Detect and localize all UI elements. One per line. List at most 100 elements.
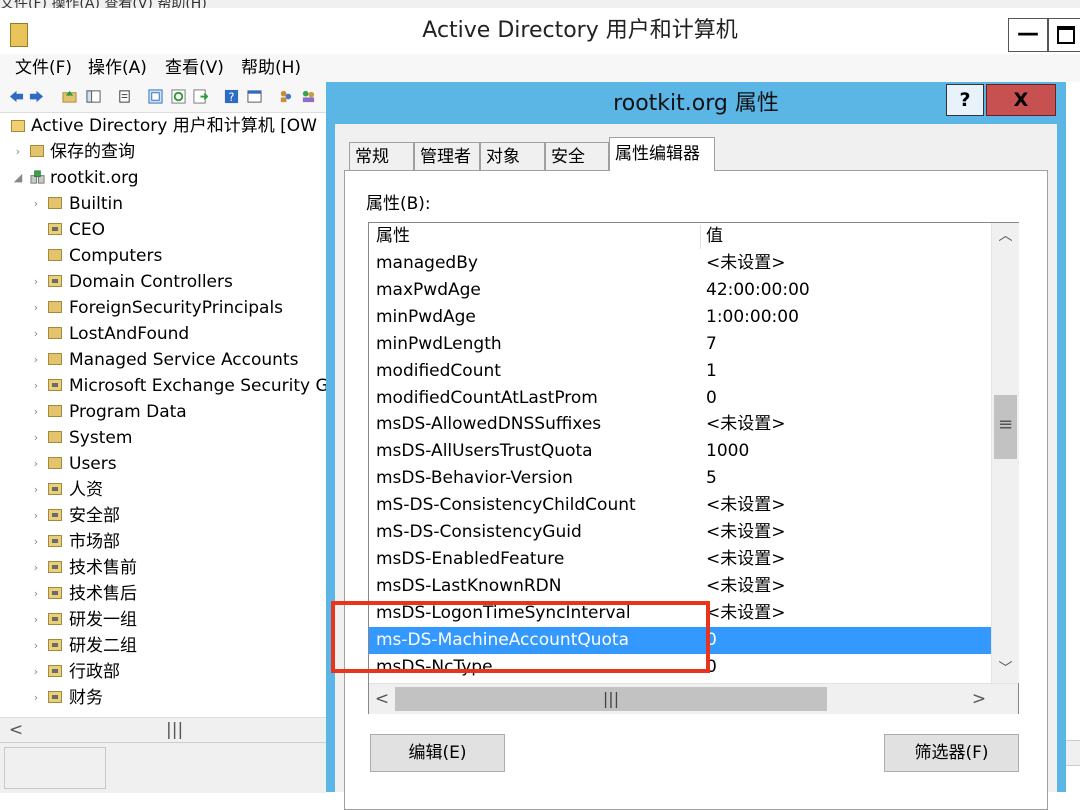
list-horizontal-scrollbar[interactable]: < ||| >: [369, 683, 1018, 714]
scroll-grip-icon: |||: [166, 720, 184, 740]
scroll-right-icon[interactable]: >: [966, 684, 992, 714]
organizational-unit-icon: [48, 561, 62, 573]
attribute-row[interactable]: modifiedCount 1: [369, 358, 991, 385]
attribute-value: 7: [706, 333, 717, 354]
attribute-name: msDS-AllUsersTrustQuota: [376, 441, 593, 462]
attribute-row[interactable]: minPwdLength 7: [369, 331, 991, 358]
attribute-row[interactable]: msDS-AllUsersTrustQuota 1000: [369, 438, 991, 465]
tab-security[interactable]: 安全: [545, 142, 609, 170]
expand-arrow-icon[interactable]: ›: [31, 425, 41, 451]
attribute-row[interactable]: msDS-AllowedDNSSuffixes <未设置>: [369, 411, 991, 438]
attribute-value: 0: [706, 629, 717, 650]
domain-icon: [30, 170, 45, 184]
attribute-name: msDS-Behavior-Version: [376, 468, 573, 489]
attribute-row[interactable]: minPwdAge 1:00:00:00: [369, 304, 991, 331]
back-icon[interactable]: [9, 89, 24, 104]
dialog-close-button[interactable]: X: [986, 84, 1056, 116]
scroll-down-icon[interactable]: ﹀: [992, 656, 1019, 683]
column-divider[interactable]: [700, 225, 701, 249]
tree-horizontal-scrollbar[interactable]: < |||: [0, 717, 326, 742]
expand-arrow-icon[interactable]: ›: [31, 633, 41, 659]
group-icon[interactable]: [301, 89, 316, 104]
filter-button[interactable]: 筛选器(F): [884, 734, 1019, 772]
expand-arrow-icon[interactable]: ›: [31, 399, 41, 425]
properties-icon[interactable]: [117, 89, 132, 104]
attribute-row[interactable]: msDS-Behavior-Version 5: [369, 465, 991, 492]
scroll-up-icon[interactable]: ︿: [992, 223, 1019, 250]
console-window-icon[interactable]: [247, 89, 262, 104]
tab-managed-by[interactable]: 管理者: [414, 142, 480, 170]
menu-view[interactable]: 查看(V): [165, 54, 224, 82]
scroll-left-icon[interactable]: <: [4, 718, 28, 742]
details-view-icon[interactable]: [148, 89, 163, 104]
edit-button[interactable]: 编辑(E): [370, 734, 505, 772]
dialog-help-button[interactable]: ?: [946, 84, 984, 116]
list-vertical-scrollbar[interactable]: ︿ ≡ ﹀: [991, 223, 1019, 683]
expand-arrow-icon[interactable]: ›: [13, 139, 23, 165]
tree-item-label: Computers: [69, 246, 163, 266]
attribute-name: managedBy: [376, 253, 478, 273]
tab-general[interactable]: 常规: [349, 142, 414, 170]
attribute-row[interactable]: msDS-LastKnownRDN <未设置>: [369, 573, 991, 600]
attribute-rows: managedBy <未设置> maxPwdAge 42:00:00:00 minPwd…: [369, 250, 991, 683]
show-console-tree-icon[interactable]: [86, 89, 101, 104]
menu-file[interactable]: 文件(F): [15, 54, 72, 82]
organizational-unit-icon: [48, 483, 62, 495]
expand-arrow-icon[interactable]: ›: [31, 347, 41, 373]
minimize-button[interactable]: —: [1008, 18, 1048, 52]
horizontal-scroll-thumb[interactable]: |||: [395, 687, 827, 711]
column-header-attribute[interactable]: 属性: [376, 223, 410, 250]
attribute-row[interactable]: modifiedCountAtLastProm 0: [369, 385, 991, 412]
up-folder-icon[interactable]: [62, 89, 77, 104]
svg-text:?: ?: [229, 91, 235, 104]
folder-icon: [48, 197, 62, 209]
attribute-name: mS-DS-ConsistencyChildCount: [376, 495, 636, 516]
expand-arrow-icon[interactable]: ›: [31, 659, 41, 685]
refresh-icon[interactable]: [171, 89, 186, 104]
maximize-button[interactable]: [1048, 18, 1080, 52]
collapse-arrow-icon[interactable]: ◢: [13, 165, 23, 191]
menu-help[interactable]: 帮助(H): [241, 54, 301, 82]
export-list-icon[interactable]: [193, 89, 208, 104]
expand-arrow-icon[interactable]: ›: [31, 529, 41, 555]
expand-arrow-icon[interactable]: ›: [31, 477, 41, 503]
scroll-left-icon[interactable]: <: [369, 684, 395, 714]
attribute-row[interactable]: msDS-EnabledFeature <未设置>: [369, 546, 991, 573]
attribute-value: <未设置>: [706, 414, 786, 435]
column-header-value[interactable]: 值: [706, 223, 723, 250]
tab-object[interactable]: 对象: [480, 142, 545, 170]
tree-item-label: CEO: [69, 220, 105, 240]
expand-arrow-icon[interactable]: ›: [31, 373, 41, 399]
expand-arrow-icon[interactable]: ›: [31, 503, 41, 529]
vertical-scroll-thumb[interactable]: ≡: [994, 395, 1017, 459]
attribute-name: mS-DS-ConsistencyGuid: [376, 522, 582, 542]
attribute-name: msDS-LogonTimeSyncInterval: [376, 602, 631, 623]
help-icon[interactable]: ?: [224, 89, 239, 104]
expand-arrow-icon[interactable]: ›: [31, 191, 41, 217]
expand-arrow-icon[interactable]: ›: [31, 555, 41, 581]
attribute-value: <未设置>: [706, 575, 786, 596]
attribute-row[interactable]: maxPwdAge 42:00:00:00: [369, 277, 991, 304]
menu-action[interactable]: 操作(A): [88, 54, 147, 82]
attribute-row[interactable]: mS-DS-ConsistencyChildCount <未设置>: [369, 492, 991, 519]
tree-item-label: 财务: [69, 688, 103, 708]
attribute-row[interactable]: ms-DS-MachineAccountQuota 0: [369, 626, 991, 654]
expand-arrow-icon[interactable]: ›: [31, 607, 41, 633]
expand-arrow-icon[interactable]: ›: [31, 269, 41, 295]
tree-item-label: Managed Service Accounts: [69, 350, 299, 370]
expand-arrow-icon[interactable]: ›: [31, 581, 41, 607]
window-title: Active Directory 用户和计算机: [422, 18, 738, 43]
expand-arrow-icon[interactable]: ›: [31, 295, 41, 321]
attributes-list[interactable]: 属性 值 managedBy <未设置> maxPwdAge 42:00:00:00 m…: [368, 222, 1019, 714]
forward-icon[interactable]: [29, 89, 44, 104]
attribute-row[interactable]: msDS-LogonTimeSyncInterval <未设置>: [369, 600, 991, 627]
attribute-name: msDS-LastKnownRDN: [376, 575, 562, 596]
attribute-row[interactable]: managedBy <未设置>: [369, 250, 991, 277]
attribute-row[interactable]: msDS-NcType 0: [369, 654, 991, 681]
expand-arrow-icon[interactable]: ›: [31, 321, 41, 347]
expand-arrow-icon[interactable]: ›: [31, 685, 41, 711]
expand-arrow-icon[interactable]: ›: [31, 451, 41, 477]
users-icon[interactable]: [278, 89, 293, 104]
tab-attribute-editor[interactable]: 属性编辑器: [609, 137, 715, 171]
attribute-row[interactable]: mS-DS-ConsistencyGuid <未设置>: [369, 519, 991, 546]
